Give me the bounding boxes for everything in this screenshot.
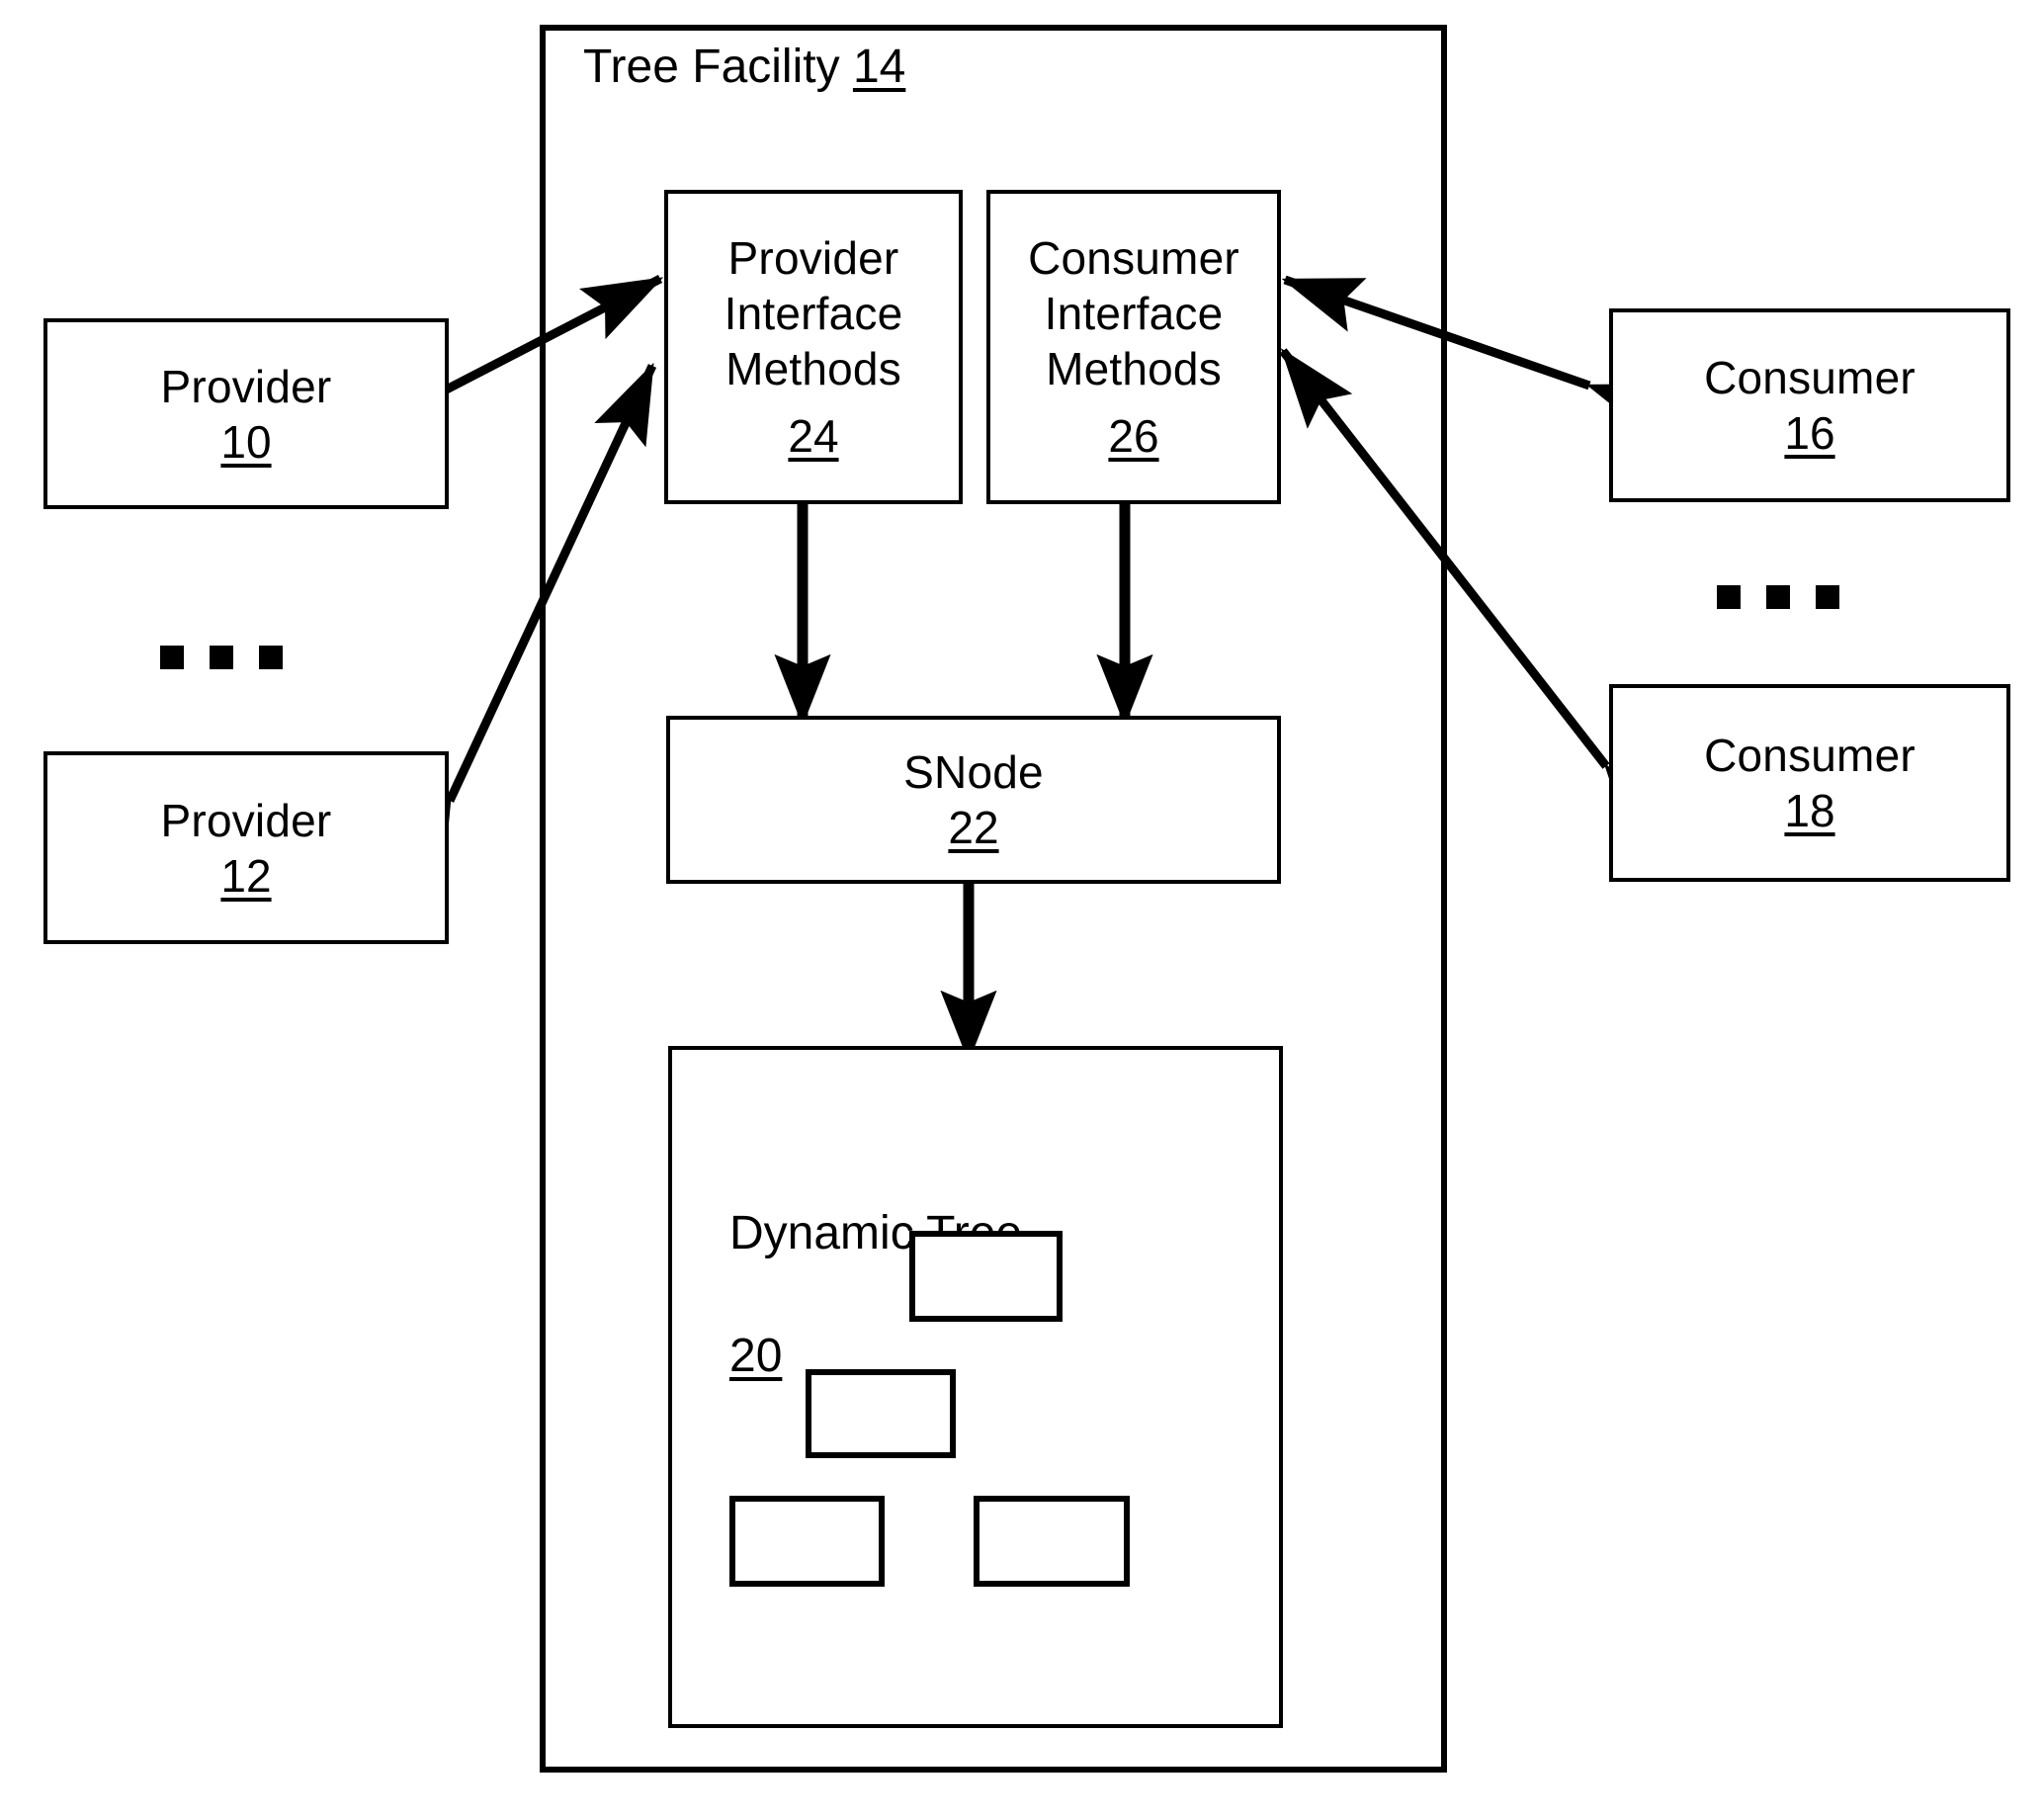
consumer-16-ref: 16 [1784,407,1835,459]
provider-12-ref: 12 [220,849,272,902]
ellipsis-dot [1766,585,1790,609]
provider-12-label: Provider [160,794,332,846]
tree-facility-title: Tree Facility 14 [583,40,905,94]
provider-interface-methods-ref: 24 [788,410,839,462]
provider-interface-methods-label: Provider Interface Methods [724,232,903,394]
tree-node-child [806,1369,956,1458]
ellipsis-dot [210,646,233,669]
tree-node-leaf-right [974,1496,1130,1587]
consumer-ellipsis [1717,585,1839,609]
ellipsis-dot [1717,585,1741,609]
consumer-interface-methods-box[interactable]: Consumer Interface Methods 26 [986,190,1281,504]
provider-10-box[interactable]: Provider 10 [43,318,449,509]
consumer-16-box[interactable]: Consumer 16 [1609,308,2010,502]
provider-interface-methods-box[interactable]: Provider Interface Methods 24 [664,190,963,504]
ellipsis-dot [160,646,184,669]
figure-canvas: Tree Facility 14 Provider 10 Provider 12… [0,0,2044,1820]
dynamic-tree-ref: 20 [729,1330,783,1382]
snode-ref: 22 [948,802,999,853]
consumer-16-label: Consumer [1704,352,1916,403]
consumer-interface-methods-label: Consumer Interface Methods [1028,232,1239,394]
ellipsis-dot [259,646,283,669]
consumer-18-label: Consumer [1704,730,1916,781]
tree-facility-ref: 14 [852,41,906,93]
provider-10-label: Provider [160,360,332,412]
provider-10-ref: 10 [220,415,272,468]
tree-node-root [909,1231,1063,1322]
consumer-18-box[interactable]: Consumer 18 [1609,684,2010,882]
tree-node-leaf-left [729,1496,885,1587]
snode-label: SNode [903,746,1044,798]
ellipsis-dot [1816,585,1839,609]
tree-facility-title-text: Tree Facility [583,41,840,93]
consumer-18-ref: 18 [1784,785,1835,836]
provider-ellipsis [160,646,283,669]
consumer-interface-methods-ref: 26 [1108,410,1159,462]
snode-box[interactable]: SNode 22 [666,716,1281,884]
provider-12-box[interactable]: Provider 12 [43,751,449,944]
